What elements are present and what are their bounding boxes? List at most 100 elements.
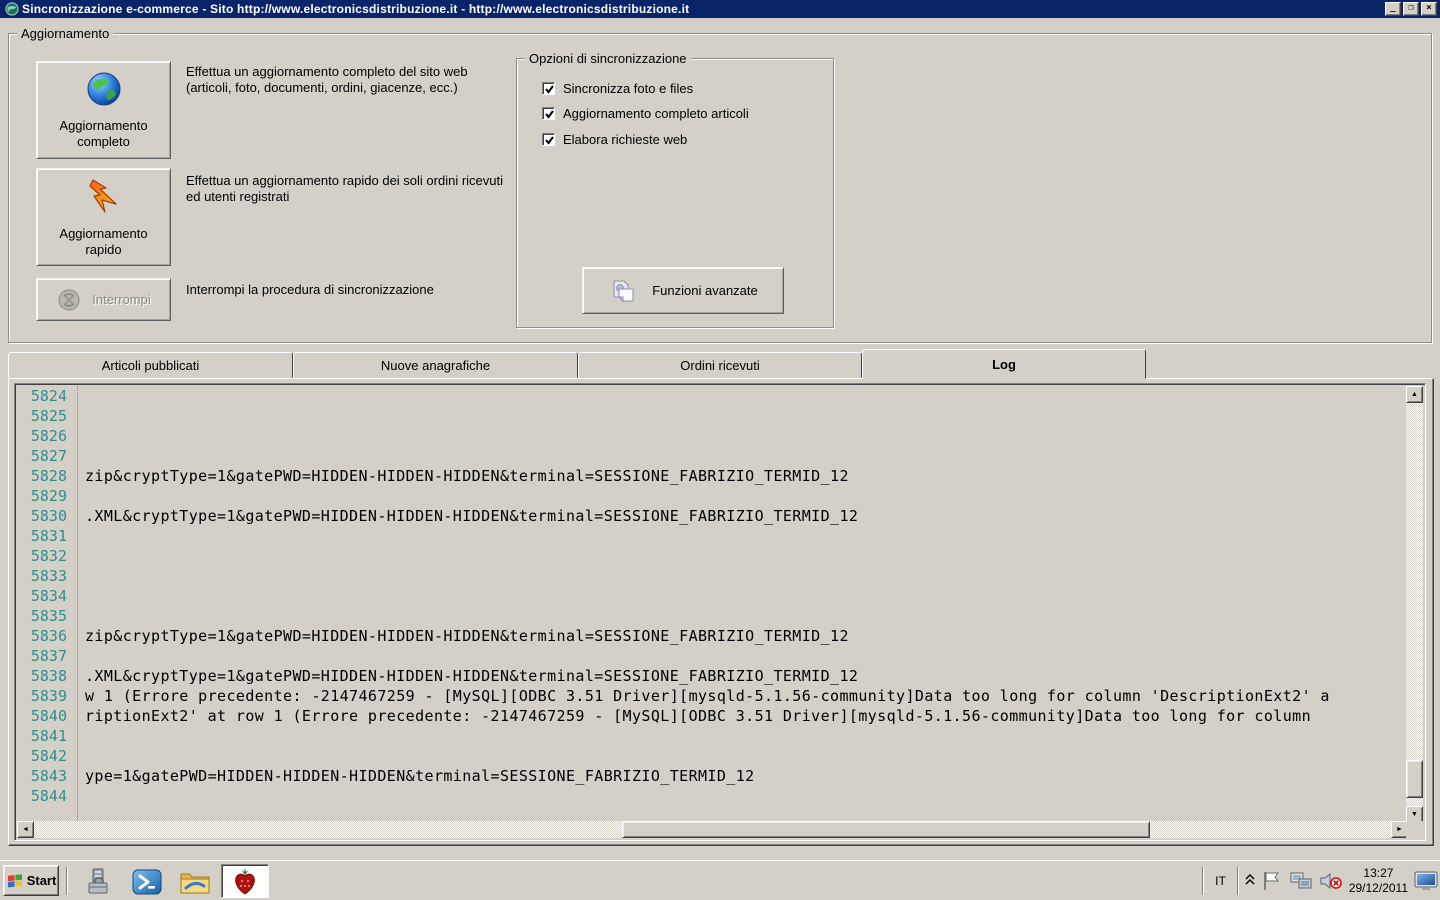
horizontal-scroll-thumb[interactable]: [622, 821, 1150, 838]
log-line: 5838 .XML&cryptType=1&gatePWD=HIDDEN-HIDD…: [17, 666, 1406, 686]
checkbox-checked-icon[interactable]: [542, 107, 555, 120]
log-line-number: 5837: [30, 647, 67, 665]
log-line-number: 5842: [30, 747, 67, 765]
checkbox-sincronizza-foto[interactable]: Sincronizza foto e files: [542, 81, 693, 96]
log-line: 5835: [17, 606, 1406, 626]
window-title: Sincronizzazione e-commerce - Sito http:…: [22, 2, 690, 16]
restore-icon[interactable]: ❐: [1403, 2, 1419, 16]
file-explorer-app-icon[interactable]: [176, 866, 214, 898]
log-line: 5826: [17, 426, 1406, 446]
log-line-text: w 1 (Errore precedente: -2147467259 - [M…: [85, 687, 1330, 705]
close-icon[interactable]: ×: [1421, 2, 1437, 16]
aggiornamento-completo-description: Effettua un aggiornamento completo del s…: [186, 64, 468, 95]
funzioni-avanzate-label: Funzioni avanzate: [652, 283, 758, 298]
scroll-up-icon[interactable]: ▲: [1406, 386, 1423, 403]
scrollbar-corner: [1406, 821, 1423, 838]
log-line-number: 5830: [30, 507, 67, 525]
powershell-app-icon[interactable]: [128, 866, 166, 898]
log-line-number: 5829: [30, 487, 67, 505]
start-button[interactable]: Start: [3, 865, 59, 896]
log-line: 5827: [17, 446, 1406, 466]
funzioni-avanzate-button[interactable]: Funzioni avanzate: [582, 267, 784, 314]
log-line-text: .XML&cryptType=1&gatePWD=HIDDEN-HIDDEN-H…: [85, 507, 859, 525]
log-line-number: 5840: [30, 707, 67, 725]
taskbar-divider: [66, 867, 68, 895]
hardware-tools-app-icon[interactable]: [80, 866, 118, 898]
tab-label: Log: [992, 356, 1016, 372]
checkbox-elabora-richieste[interactable]: Elabora richieste web: [542, 132, 687, 147]
log-line: 5831: [17, 526, 1406, 546]
aggiornamento-completo-label: Aggiornamento completo: [59, 118, 148, 149]
vertical-scroll-thumb[interactable]: [1406, 760, 1423, 798]
log-line: 5843 ype=1&gatePWD=HIDDEN-HIDDEN-HIDDEN&t…: [17, 766, 1406, 786]
flag-icon[interactable]: [1261, 870, 1283, 892]
log-horizontal-scrollbar[interactable]: ◄ ►: [17, 821, 1408, 838]
aggiornamento-rapido-description: Effettua un aggiornamento rapido dei sol…: [186, 173, 504, 204]
log-line-number: 5825: [30, 407, 67, 425]
log-line: 5844: [17, 786, 1406, 806]
log-line-text: zip&cryptType=1&gatePWD=HIDDEN-HIDDEN-HI…: [85, 627, 849, 645]
tray-divider: [1236, 867, 1239, 895]
aggiornamento-completo-button[interactable]: Aggiornamento completo: [36, 61, 171, 159]
checkbox-checked-icon[interactable]: [542, 82, 555, 95]
strawberry-app-icon[interactable]: [221, 864, 269, 898]
tray-clock[interactable]: 13:27 29/12/2011: [1349, 866, 1408, 896]
globe-icon: [87, 72, 120, 106]
scroll-left-icon[interactable]: ◄: [17, 821, 34, 838]
log-line-number: 5838: [30, 667, 67, 685]
log-line: 5836 zip&cryptType=1&gatePWD=HIDDEN-HIDDE…: [17, 626, 1406, 646]
log-line: 5834: [17, 586, 1406, 606]
sync-options-group-label: Opzioni di sincronizzazione: [525, 51, 691, 66]
language-indicator[interactable]: IT: [1210, 872, 1231, 890]
log-textbox[interactable]: 5824 5825 5826 5827 5828 zip&cryptType=1&gate…: [14, 383, 1426, 841]
tab-label: Articoli pubblicati: [101, 357, 200, 373]
log-line-number: 5832: [30, 547, 67, 565]
log-vertical-scrollbar[interactable]: ▲ ▼: [1406, 386, 1423, 823]
log-line: 5824: [17, 386, 1406, 406]
log-line-number: 5834: [30, 587, 67, 605]
log-panel: 5824 5825 5826 5827 5828 zip&cryptType=1&gate…: [8, 378, 1434, 846]
lightning-icon: [88, 179, 117, 213]
tab-label: Nuove anagrafiche: [380, 357, 491, 373]
checkbox-label: Aggiornamento completo articoli: [563, 106, 749, 121]
tab-articoli-pubblicati[interactable]: Articoli pubblicati: [8, 352, 293, 378]
log-line-number: 5839: [30, 687, 67, 705]
log-lines: 5824 5825 5826 5827 5828 zip&cryptType=1&gate…: [17, 386, 1406, 821]
interrompi-label: Interrompi: [92, 291, 151, 307]
tab-log[interactable]: Log: [862, 349, 1146, 379]
log-line-number: 5826: [30, 427, 67, 445]
log-line-number: 5841: [30, 727, 67, 745]
log-line-number: 5836: [30, 627, 67, 645]
log-line-number: 5828: [30, 467, 67, 485]
aggiornamento-rapido-button[interactable]: Aggiornamento rapido: [36, 168, 171, 266]
title-bar[interactable]: Sincronizzazione e-commerce - Sito http:…: [0, 0, 1440, 18]
log-line: 5842: [17, 746, 1406, 766]
log-line: 5830 .XML&cryptType=1&gatePWD=HIDDEN-HIDD…: [17, 506, 1406, 526]
tab-label: Ordini ricevuti: [680, 357, 760, 373]
log-line-text: .XML&cryptType=1&gatePWD=HIDDEN-HIDDEN-H…: [85, 667, 859, 685]
windows-logo-icon: [7, 873, 22, 887]
taskbar: Start IT 13:27 29/12/2011: [0, 860, 1440, 900]
network-icon[interactable]: [1289, 870, 1313, 892]
checkbox-label: Sincronizza foto e files: [563, 81, 694, 96]
checkbox-aggiornamento-articoli[interactable]: Aggiornamento completo articoli: [542, 106, 749, 121]
checkbox-checked-icon[interactable]: [542, 133, 555, 146]
app-globe-icon: [5, 2, 19, 16]
interrompi-button[interactable]: Interrompi: [36, 278, 171, 321]
stop-icon: [58, 289, 80, 310]
tray-chevron-icon[interactable]: [1245, 874, 1255, 888]
log-line: 5832: [17, 546, 1406, 566]
minimize-icon[interactable]: _: [1385, 2, 1401, 16]
tray-time: 13:27: [1363, 866, 1394, 880]
system-tray: IT 13:27 29/12/2011: [1202, 864, 1438, 898]
log-line: 5841: [17, 726, 1406, 746]
tab-ordini-ricevuti[interactable]: Ordini ricevuti: [578, 352, 862, 378]
sync-options-group: Opzioni di sincronizzazione Sincronizza …: [516, 51, 834, 328]
log-line: 5833: [17, 566, 1406, 586]
display-icon[interactable]: [1414, 870, 1438, 892]
log-line-number: 5824: [30, 387, 67, 405]
tab-nuove-anagrafiche[interactable]: Nuove anagrafiche: [293, 352, 578, 378]
app-window: Sincronizzazione e-commerce - Sito http:…: [0, 0, 1440, 900]
aggiornamento-rapido-label: Aggiornamento rapido: [59, 226, 148, 257]
volume-muted-icon[interactable]: [1319, 870, 1343, 892]
